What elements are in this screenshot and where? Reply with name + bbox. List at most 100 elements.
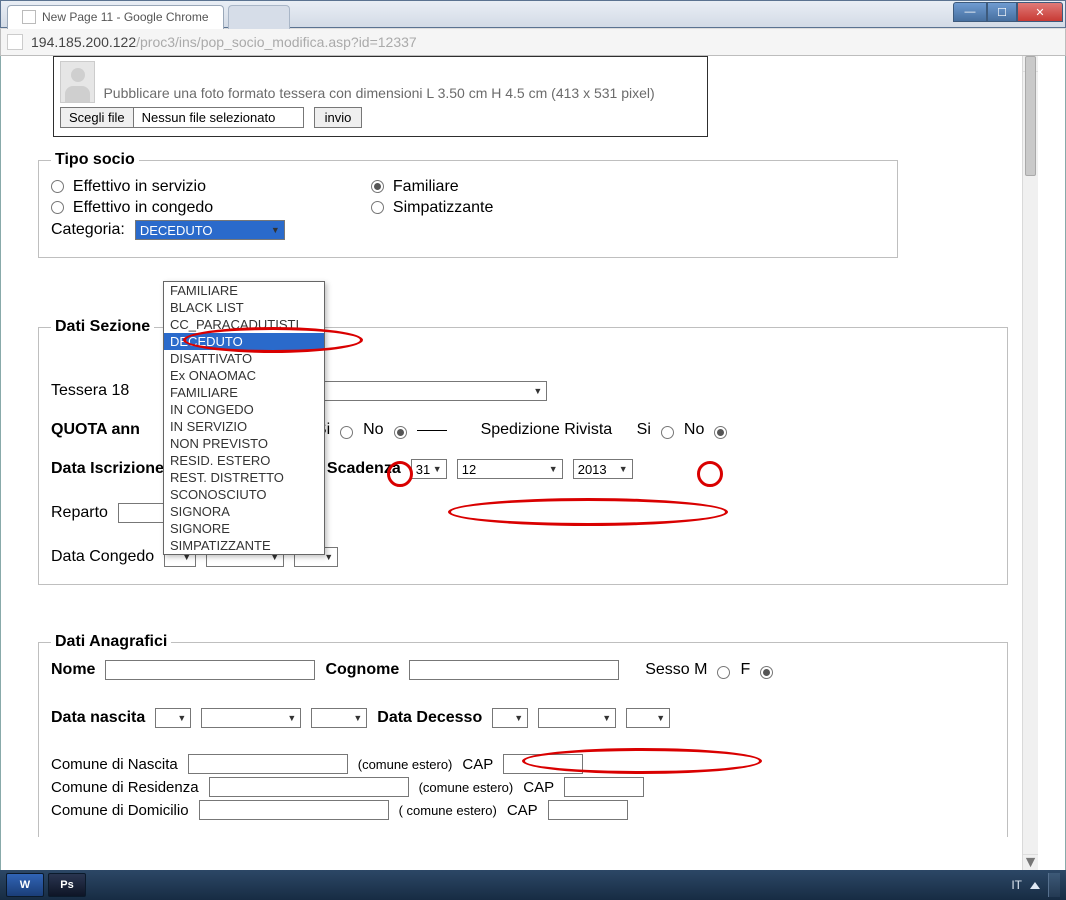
nome-input[interactable] — [105, 660, 315, 680]
cognome-input[interactable] — [409, 660, 619, 680]
window-maximize-button[interactable]: ☐ — [987, 2, 1017, 22]
dd-item[interactable]: RESID. ESTERO — [164, 452, 324, 469]
categoria-select[interactable]: DECEDUTO — [135, 220, 285, 240]
scroll-thumb[interactable] — [1025, 56, 1036, 176]
estero-label-2: (comune estero) — [419, 780, 514, 795]
radio-simpatizzante[interactable] — [371, 201, 384, 214]
estero-label-1: (comune estero) — [358, 757, 453, 772]
radio-familiare[interactable] — [371, 180, 384, 193]
url-text: 194.185.200.122/proc3/ins/pop_socio_modi… — [31, 34, 417, 50]
dd-item[interactable]: Ex ONAOMAC — [164, 367, 324, 384]
scadenza-month-select[interactable]: 12 — [457, 459, 563, 479]
nascita-month-select[interactable] — [201, 708, 301, 728]
congedo-label: Data Congedo — [51, 548, 154, 566]
label-familiare: Familiare — [393, 178, 459, 195]
label-effettivo-servizio: Effettivo in servizio — [73, 178, 206, 195]
dd-item[interactable]: DISATTIVATO — [164, 350, 324, 367]
choose-file-button[interactable]: Scegli file — [60, 107, 134, 128]
dd-item[interactable]: SIGNORE — [164, 520, 324, 537]
sesso-f-label: F — [740, 661, 750, 679]
cap-nascita-input[interactable] — [503, 754, 583, 774]
categoria-label: Categoria: — [51, 221, 125, 239]
tab-title: New Page 11 - Google Chrome — [42, 10, 209, 24]
scadenza-day-select[interactable]: 31 — [411, 459, 447, 479]
dd-item[interactable]: SCONOSCIUTO — [164, 486, 324, 503]
browser-tab-active[interactable]: New Page 11 - Google Chrome — [7, 5, 224, 29]
window-close-button[interactable]: ✕ — [1017, 2, 1063, 22]
decesso-month-select[interactable] — [538, 708, 616, 728]
address-bar[interactable]: 194.185.200.122/proc3/ins/pop_socio_modi… — [0, 28, 1066, 56]
rivista-label: Spedizione Rivista — [481, 421, 613, 439]
quota-no-label: No — [363, 421, 383, 439]
reparto-label: Reparto — [51, 504, 108, 522]
dd-item[interactable]: SIGNORA — [164, 503, 324, 520]
comune-residenza-input[interactable] — [209, 777, 409, 797]
decesso-day-select[interactable] — [492, 708, 528, 728]
page-icon — [7, 34, 23, 50]
tray-arrow-icon[interactable] — [1030, 882, 1040, 889]
dd-item[interactable]: IN SERVIZIO — [164, 418, 324, 435]
window-minimize-button[interactable]: — — [953, 2, 987, 22]
scroll-down-button[interactable]: ▼ — [1023, 854, 1038, 870]
radio-sesso-m[interactable] — [717, 666, 730, 679]
page-viewport: Pubblicare una foto formato tessera con … — [0, 56, 1066, 870]
rivista-no-label: No — [684, 421, 704, 439]
radio-sesso-f[interactable] — [760, 666, 773, 679]
vertical-scrollbar[interactable]: ▲ ▼ — [1022, 56, 1038, 870]
cap-label-3: CAP — [507, 802, 538, 819]
decesso-label: Data Decesso — [377, 709, 482, 727]
dd-item[interactable]: CC_PARACADUTISTI — [164, 316, 324, 333]
dd-item[interactable]: BLACK LIST — [164, 299, 324, 316]
photo-upload-box: Pubblicare una foto formato tessera con … — [53, 56, 708, 137]
categoria-dropdown[interactable]: FAMILIARE BLACK LIST CC_PARACADUTISTI DE… — [163, 281, 325, 555]
tipo-socio-legend: Tipo socio — [51, 151, 139, 169]
comune-nascita-label: Comune di Nascita — [51, 756, 178, 773]
nascita-label: Data nascita — [51, 709, 145, 727]
sesso-m-label: Sesso M — [645, 661, 707, 679]
dd-item[interactable]: SIMPATIZZANTE — [164, 537, 324, 554]
estero-label-3: ( comune estero) — [399, 803, 497, 818]
dati-anagrafici-fieldset: Dati Anagrafici Nome Cognome Sesso M F D… — [38, 633, 1008, 837]
quota-label: QUOTA ann — [51, 421, 140, 439]
page-favicon-icon — [22, 10, 36, 24]
window-titlebar: New Page 11 - Google Chrome — ☐ ✕ — [0, 0, 1066, 28]
upload-submit-button[interactable]: invio — [314, 107, 363, 128]
comune-domicilio-input[interactable] — [199, 800, 389, 820]
iscrizione-label: Data Iscrizione — [51, 460, 164, 478]
radio-rivista-si[interactable] — [661, 426, 674, 439]
photo-hint: Pubblicare una foto formato tessera con … — [103, 85, 654, 101]
label-effettivo-congedo: Effettivo in congedo — [73, 199, 213, 216]
cap-domicilio-input[interactable] — [548, 800, 628, 820]
radio-quota-no[interactable] — [394, 426, 407, 439]
dati-sezione-legend: Dati Sezione — [51, 318, 154, 336]
dd-item[interactable]: FAMILIARE — [164, 384, 324, 401]
comune-residenza-label: Comune di Residenza — [51, 779, 199, 796]
dd-item-selected[interactable]: DECEDUTO — [164, 333, 324, 350]
taskbar-word-icon[interactable]: W — [6, 873, 44, 897]
taskbar: W Ps IT — [0, 870, 1066, 900]
radio-effettivo-servizio[interactable] — [51, 180, 64, 193]
nascita-year-select[interactable] — [311, 708, 367, 728]
radio-rivista-no[interactable] — [714, 426, 727, 439]
taskbar-lang[interactable]: IT — [1011, 878, 1022, 892]
dd-item[interactable]: REST. DISTRETTO — [164, 469, 324, 486]
comune-nascita-input[interactable] — [188, 754, 348, 774]
dd-item[interactable]: NON PREVISTO — [164, 435, 324, 452]
scadenza-year-select[interactable]: 2013 — [573, 459, 633, 479]
radio-effettivo-congedo[interactable] — [51, 201, 64, 214]
dd-item[interactable]: FAMILIARE — [164, 282, 324, 299]
tessera-label: Tessera 18 — [51, 382, 129, 400]
decesso-year-select[interactable] — [626, 708, 670, 728]
page-content: Pubblicare una foto formato tessera con … — [28, 56, 1038, 870]
dati-anagrafici-legend: Dati Anagrafici — [51, 633, 171, 651]
nascita-day-select[interactable] — [155, 708, 191, 728]
radio-quota-si[interactable] — [340, 426, 353, 439]
dd-item[interactable]: IN CONGEDO — [164, 401, 324, 418]
browser-tab-inactive[interactable] — [228, 5, 290, 29]
tessera-select[interactable] — [299, 381, 547, 401]
taskbar-photoshop-icon[interactable]: Ps — [48, 873, 86, 897]
cap-residenza-input[interactable] — [564, 777, 644, 797]
show-desktop-button[interactable] — [1048, 873, 1060, 897]
cognome-label: Cognome — [325, 661, 399, 679]
nome-label: Nome — [51, 661, 95, 679]
